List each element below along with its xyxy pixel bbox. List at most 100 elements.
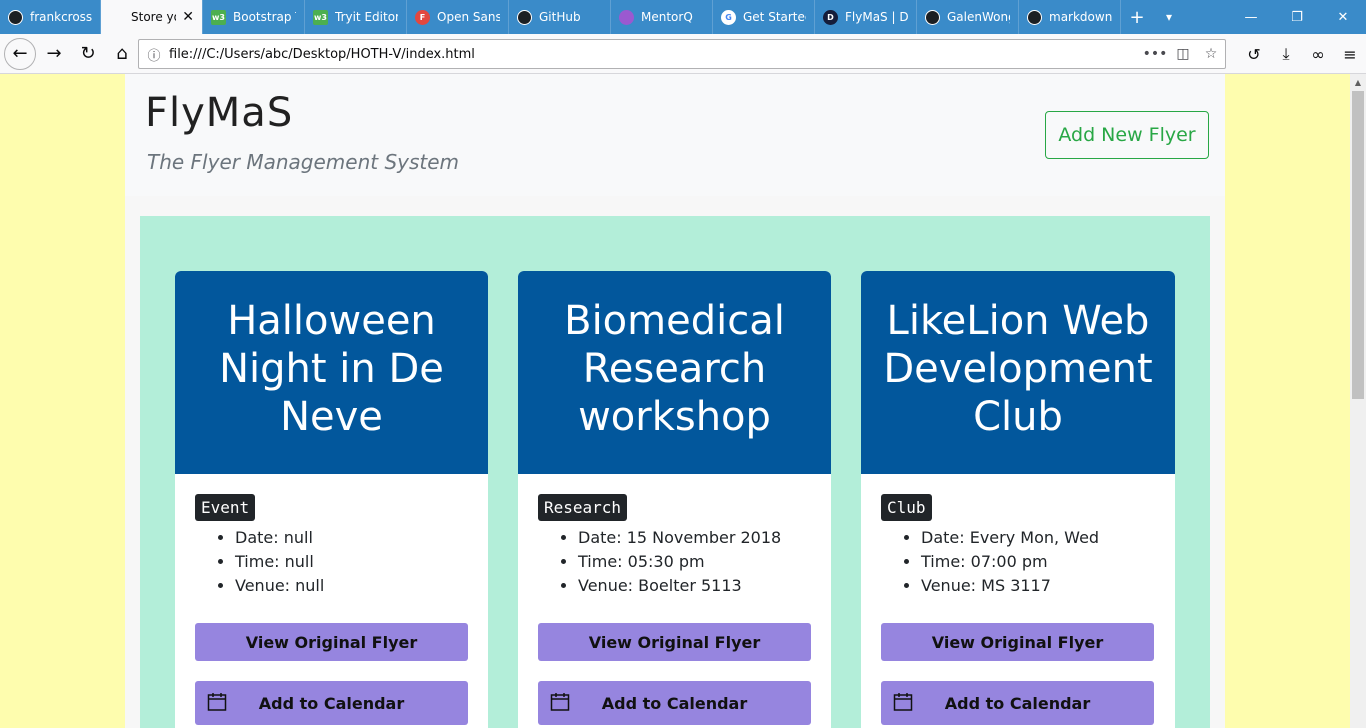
brand-title: FlyMaS <box>145 90 294 136</box>
bookmark-star-icon[interactable]: ☆ <box>1197 46 1225 62</box>
detail-date: Date: 15 November 2018 <box>578 526 811 550</box>
font-icon: F <box>415 9 430 25</box>
flyer-board: Halloween Night in De Neve Event Date: n… <box>140 216 1210 728</box>
button-label: Add to Calendar <box>944 693 1091 713</box>
tab-flymas[interactable]: D FlyMaS | De <box>815 0 917 34</box>
scrollbar-thumb[interactable] <box>1352 91 1364 399</box>
tab-label: GitHub <box>539 10 581 24</box>
add-to-calendar-button[interactable]: Add to Calendar <box>881 681 1154 725</box>
github-icon <box>517 9 532 25</box>
category-badge: Research <box>538 494 628 521</box>
nav-bar: ← → ↻ ⌂ ⓘ file:///C:/Users/abc/Desktop/H… <box>0 34 1366 74</box>
restore-icon[interactable]: ❐ <box>1274 0 1320 34</box>
tab-label: Open Sans <box>437 10 500 24</box>
detail-time: Time: null <box>235 550 468 574</box>
github-icon <box>8 9 23 25</box>
w3schools-icon: w3 <box>211 9 226 25</box>
download-icon[interactable]: ⤓ <box>1270 44 1302 64</box>
tagline: The Flyer Management System <box>147 150 460 174</box>
detail-time: Time: 05:30 pm <box>578 550 811 574</box>
info-icon[interactable]: ⓘ <box>139 45 169 64</box>
github-icon <box>925 9 940 25</box>
home-icon[interactable]: ⌂ <box>106 38 138 70</box>
private-mask-icon[interactable]: ∞ <box>1302 45 1334 64</box>
category-badge: Club <box>881 494 932 521</box>
tab-github[interactable]: GitHub <box>509 0 611 34</box>
flyer-card: Biomedical Research workshop Research Da… <box>518 271 831 728</box>
vertical-scrollbar[interactable]: ▲ <box>1350 74 1366 728</box>
scroll-up-icon[interactable]: ▲ <box>1350 74 1366 91</box>
button-label: Add to Calendar <box>258 693 405 713</box>
back-icon[interactable]: ← <box>4 37 36 70</box>
tab-mentorq[interactable]: MentorQ <box>611 0 713 34</box>
url-text[interactable]: file:///C:/Users/abc/Desktop/HOTH-V/inde… <box>169 47 1141 62</box>
calendar-icon <box>550 693 570 711</box>
github-icon <box>1027 9 1042 25</box>
detail-venue: Venue: Boelter 5113 <box>578 574 811 598</box>
tab-bootstrap[interactable]: w3 Bootstrap T <box>203 0 305 34</box>
button-label: View Original Flyer <box>588 632 761 652</box>
tab-galenwong[interactable]: GalenWong <box>917 0 1019 34</box>
button-label: View Original Flyer <box>931 632 1104 652</box>
tab-label: Get Started <box>743 10 806 24</box>
flyer-title: LikeLion Web Development Club <box>861 271 1175 474</box>
view-original-flyer-button[interactable]: View Original Flyer <box>538 623 811 661</box>
devpost-icon: D <box>823 9 838 25</box>
url-bar[interactable]: ⓘ file:///C:/Users/abc/Desktop/HOTH-V/in… <box>138 39 1226 69</box>
tab-label: Bootstrap T <box>233 10 296 24</box>
new-tab-icon[interactable]: + <box>1121 7 1153 28</box>
button-label: View Original Flyer <box>245 632 418 652</box>
flyer-card: Halloween Night in De Neve Event Date: n… <box>175 271 488 728</box>
tab-get-started[interactable]: G Get Started <box>713 0 815 34</box>
flyer-title: Halloween Night in De Neve <box>175 271 488 474</box>
tab-label: frankcrossin <box>30 10 92 24</box>
button-label: Add to Calendar <box>601 693 748 713</box>
tab-frankcrossing[interactable]: frankcrossin <box>0 0 101 34</box>
detail-venue: Venue: MS 3117 <box>921 574 1155 598</box>
chevron-down-icon[interactable]: ▾ <box>1153 10 1185 24</box>
flyer-card: LikeLion Web Development Club Club Date:… <box>861 271 1175 728</box>
tab-markdown[interactable]: markdown <box>1019 0 1121 34</box>
detail-date: Date: Every Mon, Wed <box>921 526 1155 550</box>
calendar-icon <box>893 693 913 711</box>
flyer-details: Date: Every Mon, Wed Time: 07:00 pm Venu… <box>921 526 1155 598</box>
flyer-details: Date: 15 November 2018 Time: 05:30 pm Ve… <box>578 526 811 598</box>
tab-store[interactable]: Store yo ✕ <box>101 0 203 34</box>
history-icon[interactable]: ↺ <box>1238 45 1270 64</box>
mentorq-icon <box>619 9 634 25</box>
tab-open-sans[interactable]: F Open Sans <box>407 0 509 34</box>
tab-label: Store yo <box>131 10 177 24</box>
page-header: FlyMaS The Flyer Management System Add N… <box>125 74 1225 196</box>
menu-icon[interactable]: ≡ <box>1334 45 1366 64</box>
detail-time: Time: 07:00 pm <box>921 550 1155 574</box>
tab-label: markdown <box>1049 10 1112 24</box>
google-icon: G <box>721 9 736 25</box>
tab-tryit[interactable]: w3 Tryit Editor <box>305 0 407 34</box>
close-icon[interactable]: ✕ <box>182 9 194 25</box>
forward-icon[interactable]: → <box>38 38 70 70</box>
tab-label: GalenWong <box>947 10 1010 24</box>
page-actions-icon[interactable]: ••• <box>1141 46 1169 62</box>
w3schools-icon: w3 <box>313 9 328 25</box>
pocket-icon[interactable]: ◫ <box>1169 46 1197 62</box>
view-original-flyer-button[interactable]: View Original Flyer <box>195 623 468 661</box>
detail-date: Date: null <box>235 526 468 550</box>
add-to-calendar-button[interactable]: Add to Calendar <box>538 681 811 725</box>
tab-bar: frankcrossin Store yo ✕ w3 Bootstrap T w… <box>0 0 1366 34</box>
page-container: FlyMaS The Flyer Management System Add N… <box>125 74 1225 728</box>
page-viewport: FlyMaS The Flyer Management System Add N… <box>0 74 1350 728</box>
flyer-details: Date: null Time: null Venue: null <box>235 526 468 598</box>
view-original-flyer-button[interactable]: View Original Flyer <box>881 623 1154 661</box>
detail-venue: Venue: null <box>235 574 468 598</box>
tab-label: Tryit Editor <box>335 10 398 24</box>
add-to-calendar-button[interactable]: Add to Calendar <box>195 681 468 725</box>
close-window-icon[interactable]: ✕ <box>1320 0 1366 34</box>
tab-label: FlyMaS | De <box>845 10 908 24</box>
tab-label: MentorQ <box>641 10 693 24</box>
flyer-title: Biomedical Research workshop <box>518 271 831 474</box>
calendar-icon <box>207 693 227 711</box>
reload-icon[interactable]: ↻ <box>72 38 104 70</box>
add-new-flyer-button[interactable]: Add New Flyer <box>1045 111 1209 159</box>
minimize-icon[interactable]: — <box>1228 0 1274 34</box>
category-badge: Event <box>195 494 256 521</box>
